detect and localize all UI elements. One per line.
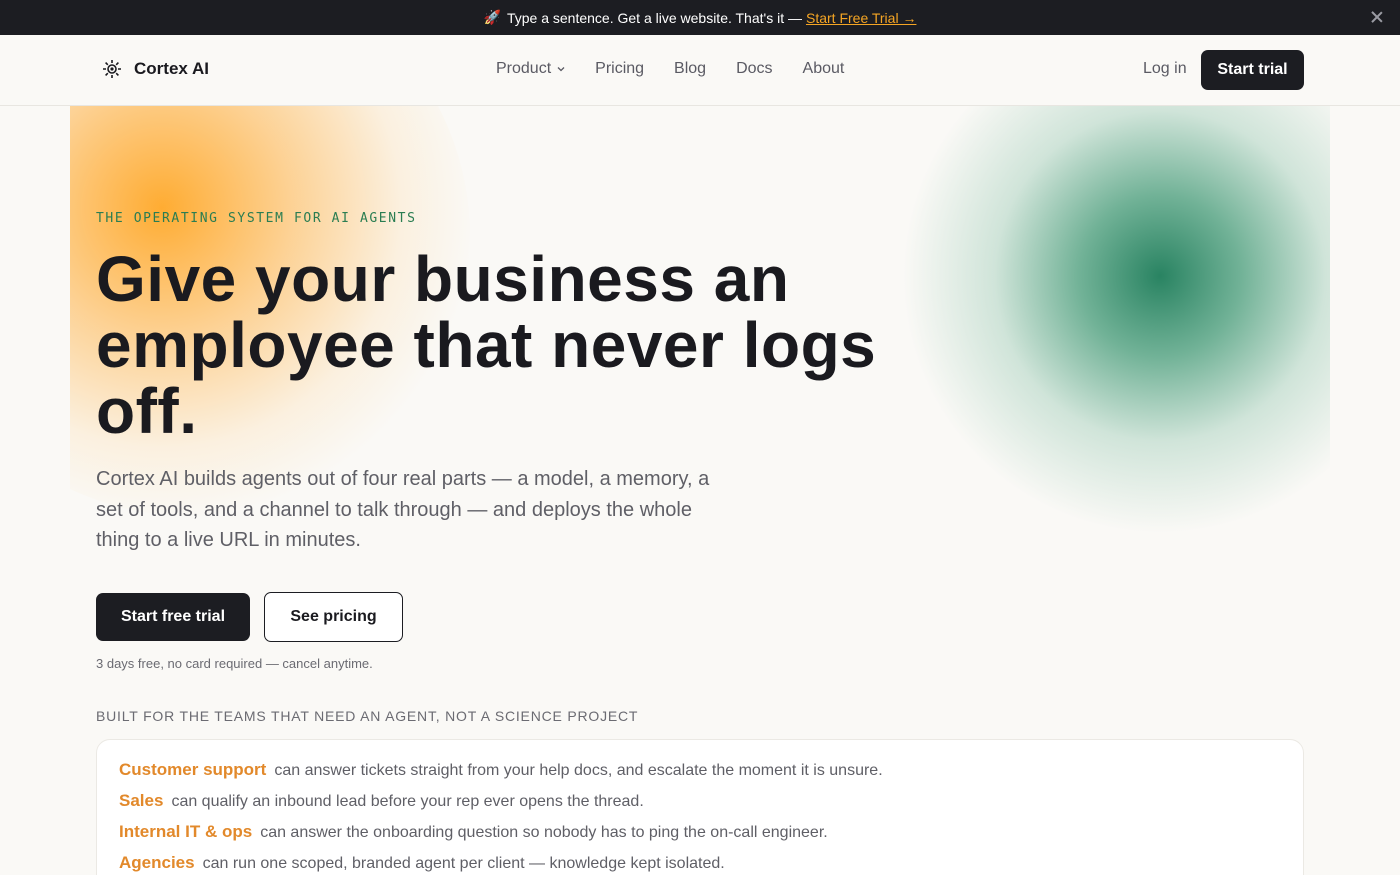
green-gradient-blob — [900, 106, 1330, 536]
team-description: can answer tickets straight from your he… — [274, 762, 883, 779]
team-description: can run one scoped, branded agent per cl… — [202, 855, 725, 872]
teams-card: Customer support can answer tickets strai… — [96, 739, 1304, 875]
start-free-trial-button[interactable]: Start free trial — [96, 593, 250, 641]
team-name: Agencies — [119, 853, 195, 872]
nav-item-label: Product — [496, 60, 552, 77]
trial-fine-print: 3 days free, no card required — cancel a… — [96, 656, 373, 671]
nav-item-blog[interactable]: Blog — [674, 60, 706, 78]
close-icon[interactable] — [1370, 10, 1384, 24]
list-item: Customer support can answer tickets strai… — [119, 760, 883, 780]
teams-section-label: BUILT FOR THE TEAMS THAT NEED AN AGENT, … — [96, 708, 639, 724]
top-nav: Cortex AI Product Pricing Blog Docs Abou… — [0, 35, 1400, 106]
login-link[interactable]: Log in — [1143, 60, 1187, 78]
announcement-bar: 🚀 Type a sentence. Get a live website. T… — [0, 0, 1400, 35]
start-trial-button[interactable]: Start trial — [1201, 50, 1304, 90]
logo-icon — [103, 60, 121, 78]
list-item: Internal IT & ops can answer the onboardi… — [119, 822, 828, 842]
nav-item-pricing[interactable]: Pricing — [595, 60, 644, 78]
list-item: Agencies can run one scoped, branded agen… — [119, 853, 725, 873]
list-item: Sales can qualify an inbound lead before … — [119, 791, 644, 811]
nav-links: Product Pricing Blog Docs About — [496, 60, 874, 78]
chevron-down-icon — [557, 67, 565, 72]
team-name: Internal IT & ops — [119, 822, 253, 841]
rocket-icon: 🚀 — [483, 9, 501, 25]
start-free-trial-link[interactable]: Start Free Trial → — [806, 10, 916, 26]
team-description: can qualify an inbound lead before your … — [171, 793, 644, 810]
brand-name: Cortex AI — [134, 59, 209, 78]
announcement-text: Type a sentence. Get a live website. Tha… — [506, 9, 802, 26]
team-name: Customer support — [119, 760, 267, 779]
team-description: can answer the onboarding question so no… — [260, 824, 828, 841]
nav-item-about[interactable]: About — [803, 60, 845, 78]
brand-logo-link[interactable]: Cortex AI — [100, 57, 209, 81]
hero-eyebrow: THE OPERATING SYSTEM FOR AI AGENTS — [96, 211, 417, 226]
nav-item-product[interactable]: Product — [496, 60, 565, 78]
nav-item-docs[interactable]: Docs — [736, 60, 772, 78]
hero-headline: Give your business an employee that neve… — [96, 243, 877, 447]
team-name: Sales — [119, 791, 164, 810]
hero-subtitle: Cortex AI builds agents out of four real… — [96, 468, 710, 551]
see-pricing-button[interactable]: See pricing — [264, 592, 403, 642]
